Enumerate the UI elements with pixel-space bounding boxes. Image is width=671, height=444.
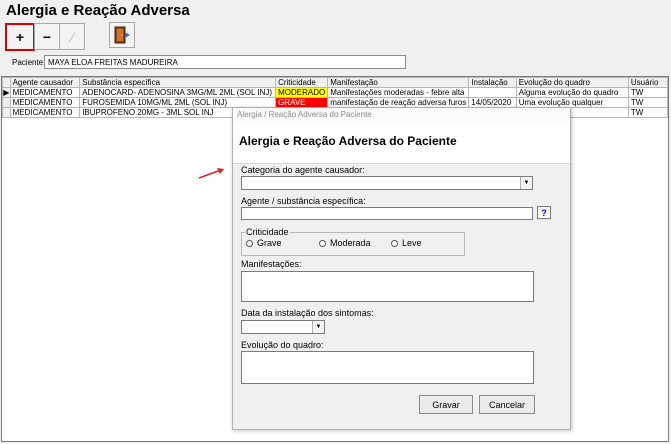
radio-label: Moderada (330, 238, 371, 248)
substance-input[interactable] (241, 207, 533, 220)
table-cell: manifestação de reação adversa furos (327, 97, 470, 108)
chevron-down-icon[interactable]: ▼ (312, 321, 324, 333)
column-header[interactable]: Usuário (627, 77, 668, 88)
table-row[interactable]: ▶ MEDICAMENTO ADENOCARD- ADENOSINA 3MG/M… (2, 87, 668, 98)
patient-field: MAYA ELOA FREITAS MADUREIRA (44, 55, 406, 69)
category-label: Categoria do agente causador: (241, 165, 365, 175)
allergy-dialog: Alergia / Reação Adversa do Paciente Ale… (232, 107, 571, 430)
exit-button[interactable] (109, 22, 135, 48)
edit-button[interactable]: ⁄ (59, 23, 85, 50)
dialog-title-bar: Alergia / Reação Adversa do Paciente (233, 108, 570, 122)
substance-label: Agente / substância específica: (241, 196, 366, 206)
table-cell (468, 87, 517, 98)
door-exit-icon (114, 26, 130, 44)
row-indicator (2, 107, 11, 118)
add-button[interactable]: + (5, 23, 35, 51)
table-cell: 14/05/2020 (468, 97, 517, 108)
column-header[interactable]: Agente causador (9, 77, 81, 88)
chevron-down-icon[interactable]: ▼ (520, 177, 532, 189)
table-cell: MEDICAMENTO (9, 87, 81, 98)
criticality-cell: MODERADO (275, 87, 329, 98)
radio-leve[interactable]: Leve (391, 238, 422, 248)
table-cell: Manifestações moderadas - febre alta (327, 87, 470, 98)
row-indicator (2, 97, 11, 108)
column-header[interactable]: Manifestação (327, 77, 470, 88)
criticality-cell: GRAVE (275, 97, 329, 108)
help-button[interactable]: ? (537, 206, 551, 219)
table-cell: TW (627, 107, 668, 118)
column-header[interactable]: Evolução do quadro (515, 77, 629, 88)
radio-moderada[interactable]: Moderada (319, 238, 371, 248)
table-row[interactable]: MEDICAMENTO FUROSEMIDA 10MG/ML 2ML (SOL … (2, 97, 668, 108)
patient-label: Paciente: (12, 58, 46, 67)
date-label: Data da instalação dos sintomas: (241, 308, 374, 318)
table-cell: MEDICAMENTO (9, 107, 81, 118)
table-cell: Uma evolução qualquer (515, 97, 629, 108)
table-cell: TW (627, 97, 668, 108)
evolution-textarea[interactable] (241, 351, 534, 384)
row-indicator-header (2, 77, 11, 88)
category-select[interactable]: ▼ (241, 176, 533, 190)
radio-circle-icon (391, 239, 398, 247)
table-cell: MEDICAMENTO (9, 97, 81, 108)
table-cell: TW (627, 87, 668, 98)
manifestations-textarea[interactable] (241, 271, 534, 302)
column-header[interactable]: Criticidade (275, 77, 329, 88)
evolution-label: Evolução do quadro: (241, 340, 324, 350)
criticality-legend: Criticidade (245, 227, 290, 237)
save-button[interactable]: Gravar (419, 395, 473, 414)
table-cell: FUROSEMIDA 10MG/ML 2ML (SOL INJ) (79, 97, 277, 108)
radio-label: Grave (257, 238, 282, 248)
table-cell: Alguma evolução do quadro (515, 87, 629, 98)
date-picker[interactable]: ▼ (241, 320, 325, 334)
table-cell: ADENOCARD- ADENOSINA 3MG/ML 2ML (SOL INJ… (79, 87, 277, 98)
current-row-indicator: ▶ (2, 87, 11, 98)
annotation-arrow-icon (198, 168, 224, 179)
dialog-heading: Alergia e Reação Adversa do Paciente (239, 134, 457, 148)
manifestations-label: Manifestações: (241, 259, 302, 269)
radio-label: Leve (402, 238, 422, 248)
column-header[interactable]: Substância específica (79, 77, 277, 88)
dialog-header: Alergia e Reação Adversa do Paciente (233, 122, 570, 164)
remove-button[interactable]: − (34, 23, 60, 50)
radio-grave[interactable]: Grave (246, 238, 282, 248)
column-header[interactable]: Instalação (468, 77, 517, 88)
radio-circle-icon (319, 239, 326, 247)
radio-circle-icon (246, 239, 253, 247)
cancel-button[interactable]: Cancelar (479, 395, 535, 414)
window-title: Alergia e Reação Adversa (6, 2, 190, 19)
table-header-row: Agente causador Substância específica Cr… (2, 77, 668, 88)
